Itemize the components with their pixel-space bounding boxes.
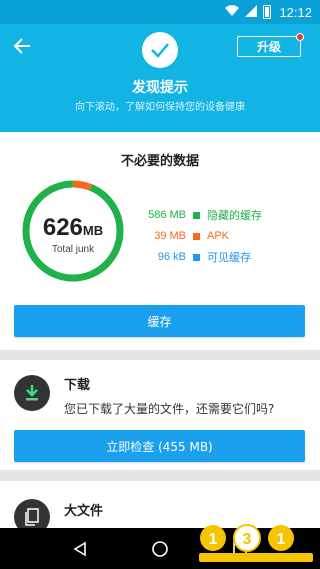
download-card: 下载 您已下载了大量的文件，还需要它们吗? 立即检查 (455 MB) [0, 360, 320, 470]
status-bar: 12:12 [0, 0, 320, 24]
check-now-button[interactable]: 立即检查 (455 MB) [14, 430, 305, 462]
header: 升级 发现提示 向下滚动，了解如何保持您的设备健康 [0, 24, 320, 132]
junk-card-title: 不必要的数据 [120, 154, 199, 169]
legend-row-apk: 39 MB APK [140, 226, 310, 246]
legend-swatch [193, 253, 200, 261]
legend-value: 39 MB [154, 230, 186, 242]
cache-button[interactable]: 缓存 [14, 305, 305, 337]
large-files-title: 大文件 [64, 504, 104, 519]
signal-icon [245, 4, 258, 20]
back-arrow-icon[interactable] [12, 36, 36, 60]
legend-label: 隐藏的缓存 [207, 210, 262, 222]
legend-swatch [193, 211, 200, 219]
legend-row-hidden-cache: 586 MB 隐藏的缓存 [140, 205, 310, 225]
battery-icon [263, 5, 272, 19]
status-time: 12:12 [279, 4, 312, 20]
download-card-title: 下载 [64, 378, 91, 393]
svg-text:1: 1 [209, 531, 218, 548]
check-icon [142, 32, 178, 68]
wifi-icon [225, 4, 240, 20]
back-nav-icon[interactable] [68, 537, 92, 561]
total-junk-unit: MB [82, 223, 104, 238]
svg-text:1: 1 [277, 531, 286, 548]
legend-label: APK [207, 230, 230, 242]
status-icons [225, 4, 272, 20]
notification-dot [296, 33, 304, 41]
total-junk-label: Total junk [51, 244, 95, 255]
legend-value: 96 kB [157, 251, 186, 263]
legend-row-visible-cache: 96 kB 可见缓存 [140, 247, 310, 267]
junk-card: 不必要的数据 626MB Total junk 586 MB 隐藏的缓存 39 … [0, 132, 320, 350]
total-junk-value: 626MB [20, 214, 126, 242]
home-nav-icon[interactable] [148, 537, 172, 561]
upgrade-label: 升级 [256, 40, 281, 54]
legend-value: 586 MB [148, 209, 186, 221]
upgrade-button[interactable]: 升级 [237, 33, 304, 57]
total-junk-number: 626 [42, 214, 83, 241]
legend-label: 可见缓存 [207, 252, 251, 264]
download-card-text: 您已下载了大量的文件，还需要它们吗? [64, 402, 275, 416]
download-icon [14, 375, 50, 411]
watermark-logo: 1 3 1 [199, 524, 313, 562]
junk-legend: 586 MB 隐藏的缓存 39 MB APK 96 kB 可见缓存 [140, 205, 310, 268]
svg-text:3: 3 [243, 531, 252, 548]
page-title: 发现提示 [132, 80, 188, 96]
legend-swatch [193, 232, 200, 240]
page-subtitle: 向下滚动，了解如何保持您的设备健康 [75, 102, 245, 113]
